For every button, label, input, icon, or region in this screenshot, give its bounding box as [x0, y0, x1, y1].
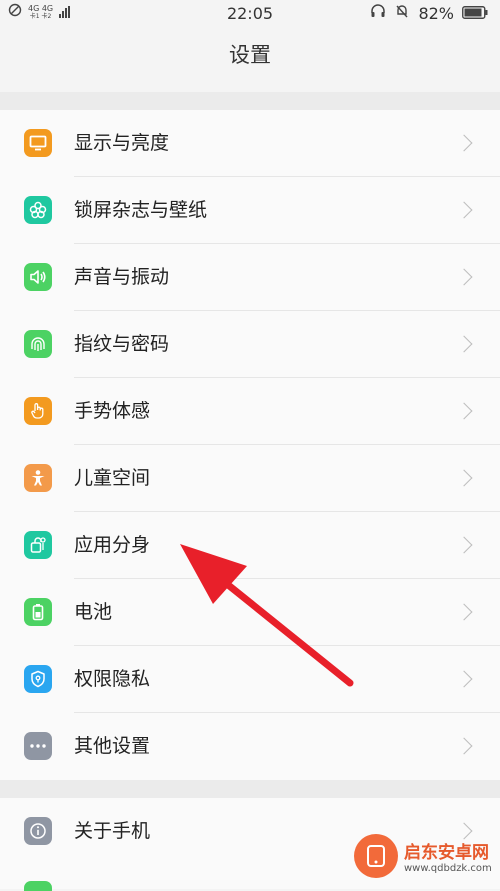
chevron-right-icon — [455, 469, 473, 487]
section-gap — [0, 780, 500, 798]
battery-icon — [24, 598, 52, 626]
more-icon — [24, 732, 52, 760]
setting-label: 儿童空间 — [74, 467, 151, 489]
fingerprint-icon — [24, 330, 52, 358]
setting-label: 显示与亮度 — [74, 132, 170, 154]
chevron-right-icon — [455, 201, 473, 219]
chevron-right-icon — [455, 335, 473, 353]
setting-gesture-motion[interactable]: 手势体感 — [0, 378, 500, 445]
watermark-title: 启东安卓网 — [404, 843, 489, 863]
shield-icon — [24, 665, 52, 693]
setting-kids-space[interactable]: 儿童空间 — [0, 445, 500, 512]
setting-fingerprint-password[interactable]: 指纹与密码 — [0, 311, 500, 378]
setting-app-clone[interactable]: 应用分身 — [0, 512, 500, 579]
flower-icon — [24, 196, 52, 224]
watermark: 启东安卓网 www.qdbdzk.com — [354, 827, 494, 885]
setting-lockscreen-wallpaper[interactable]: 锁屏杂志与壁纸 — [0, 177, 500, 244]
setting-label: 指纹与密码 — [74, 333, 170, 355]
watermark-logo-icon — [354, 834, 398, 878]
hand-icon — [24, 397, 52, 425]
setting-label: 权限隐私 — [74, 668, 151, 690]
chevron-right-icon — [455, 536, 473, 554]
setting-permissions-privacy[interactable]: 权限隐私 — [0, 646, 500, 713]
settings-group-main: 显示与亮度 锁屏杂志与壁纸 声音与振动 指纹与密码 手势体感 儿童空间 应用分身… — [0, 110, 500, 780]
watermark-url: www.qdbdzk.com — [404, 863, 492, 874]
setting-label: 其他设置 — [74, 735, 151, 757]
setting-label: 关于手机 — [74, 820, 151, 842]
setting-label: 电池 — [74, 601, 113, 623]
info-icon — [24, 817, 52, 845]
watermark-text: 启东安卓网 www.qdbdzk.com — [404, 838, 492, 874]
battery-status-icon — [462, 4, 488, 23]
status-right: 82% — [370, 3, 488, 23]
battery-percent: 82% — [418, 3, 454, 23]
setting-label: 手势体感 — [74, 400, 151, 422]
chevron-right-icon — [455, 670, 473, 688]
setting-battery[interactable]: 电池 — [0, 579, 500, 646]
chevron-right-icon — [455, 737, 473, 755]
status-bar: 4G 4G 卡1 卡2 22:05 82% — [0, 0, 500, 26]
chevron-right-icon — [455, 603, 473, 621]
setting-other[interactable]: 其他设置 — [0, 713, 500, 780]
setting-sound-vibration[interactable]: 声音与振动 — [0, 244, 500, 311]
setting-display-brightness[interactable]: 显示与亮度 — [0, 110, 500, 177]
next-item-icon-partial — [24, 881, 52, 891]
setting-label: 声音与振动 — [74, 266, 170, 288]
setting-label: 锁屏杂志与壁纸 — [74, 199, 208, 221]
speaker-icon — [24, 263, 52, 291]
alarm-off-icon — [394, 3, 410, 23]
display-icon — [24, 129, 52, 157]
section-gap — [0, 92, 500, 110]
child-icon — [24, 464, 52, 492]
chevron-right-icon — [455, 402, 473, 420]
chevron-right-icon — [455, 134, 473, 152]
app-clone-icon — [24, 531, 52, 559]
headset-icon — [370, 3, 386, 23]
page-title: 设置 — [0, 26, 500, 84]
chevron-right-icon — [455, 268, 473, 286]
setting-label: 应用分身 — [74, 534, 151, 556]
